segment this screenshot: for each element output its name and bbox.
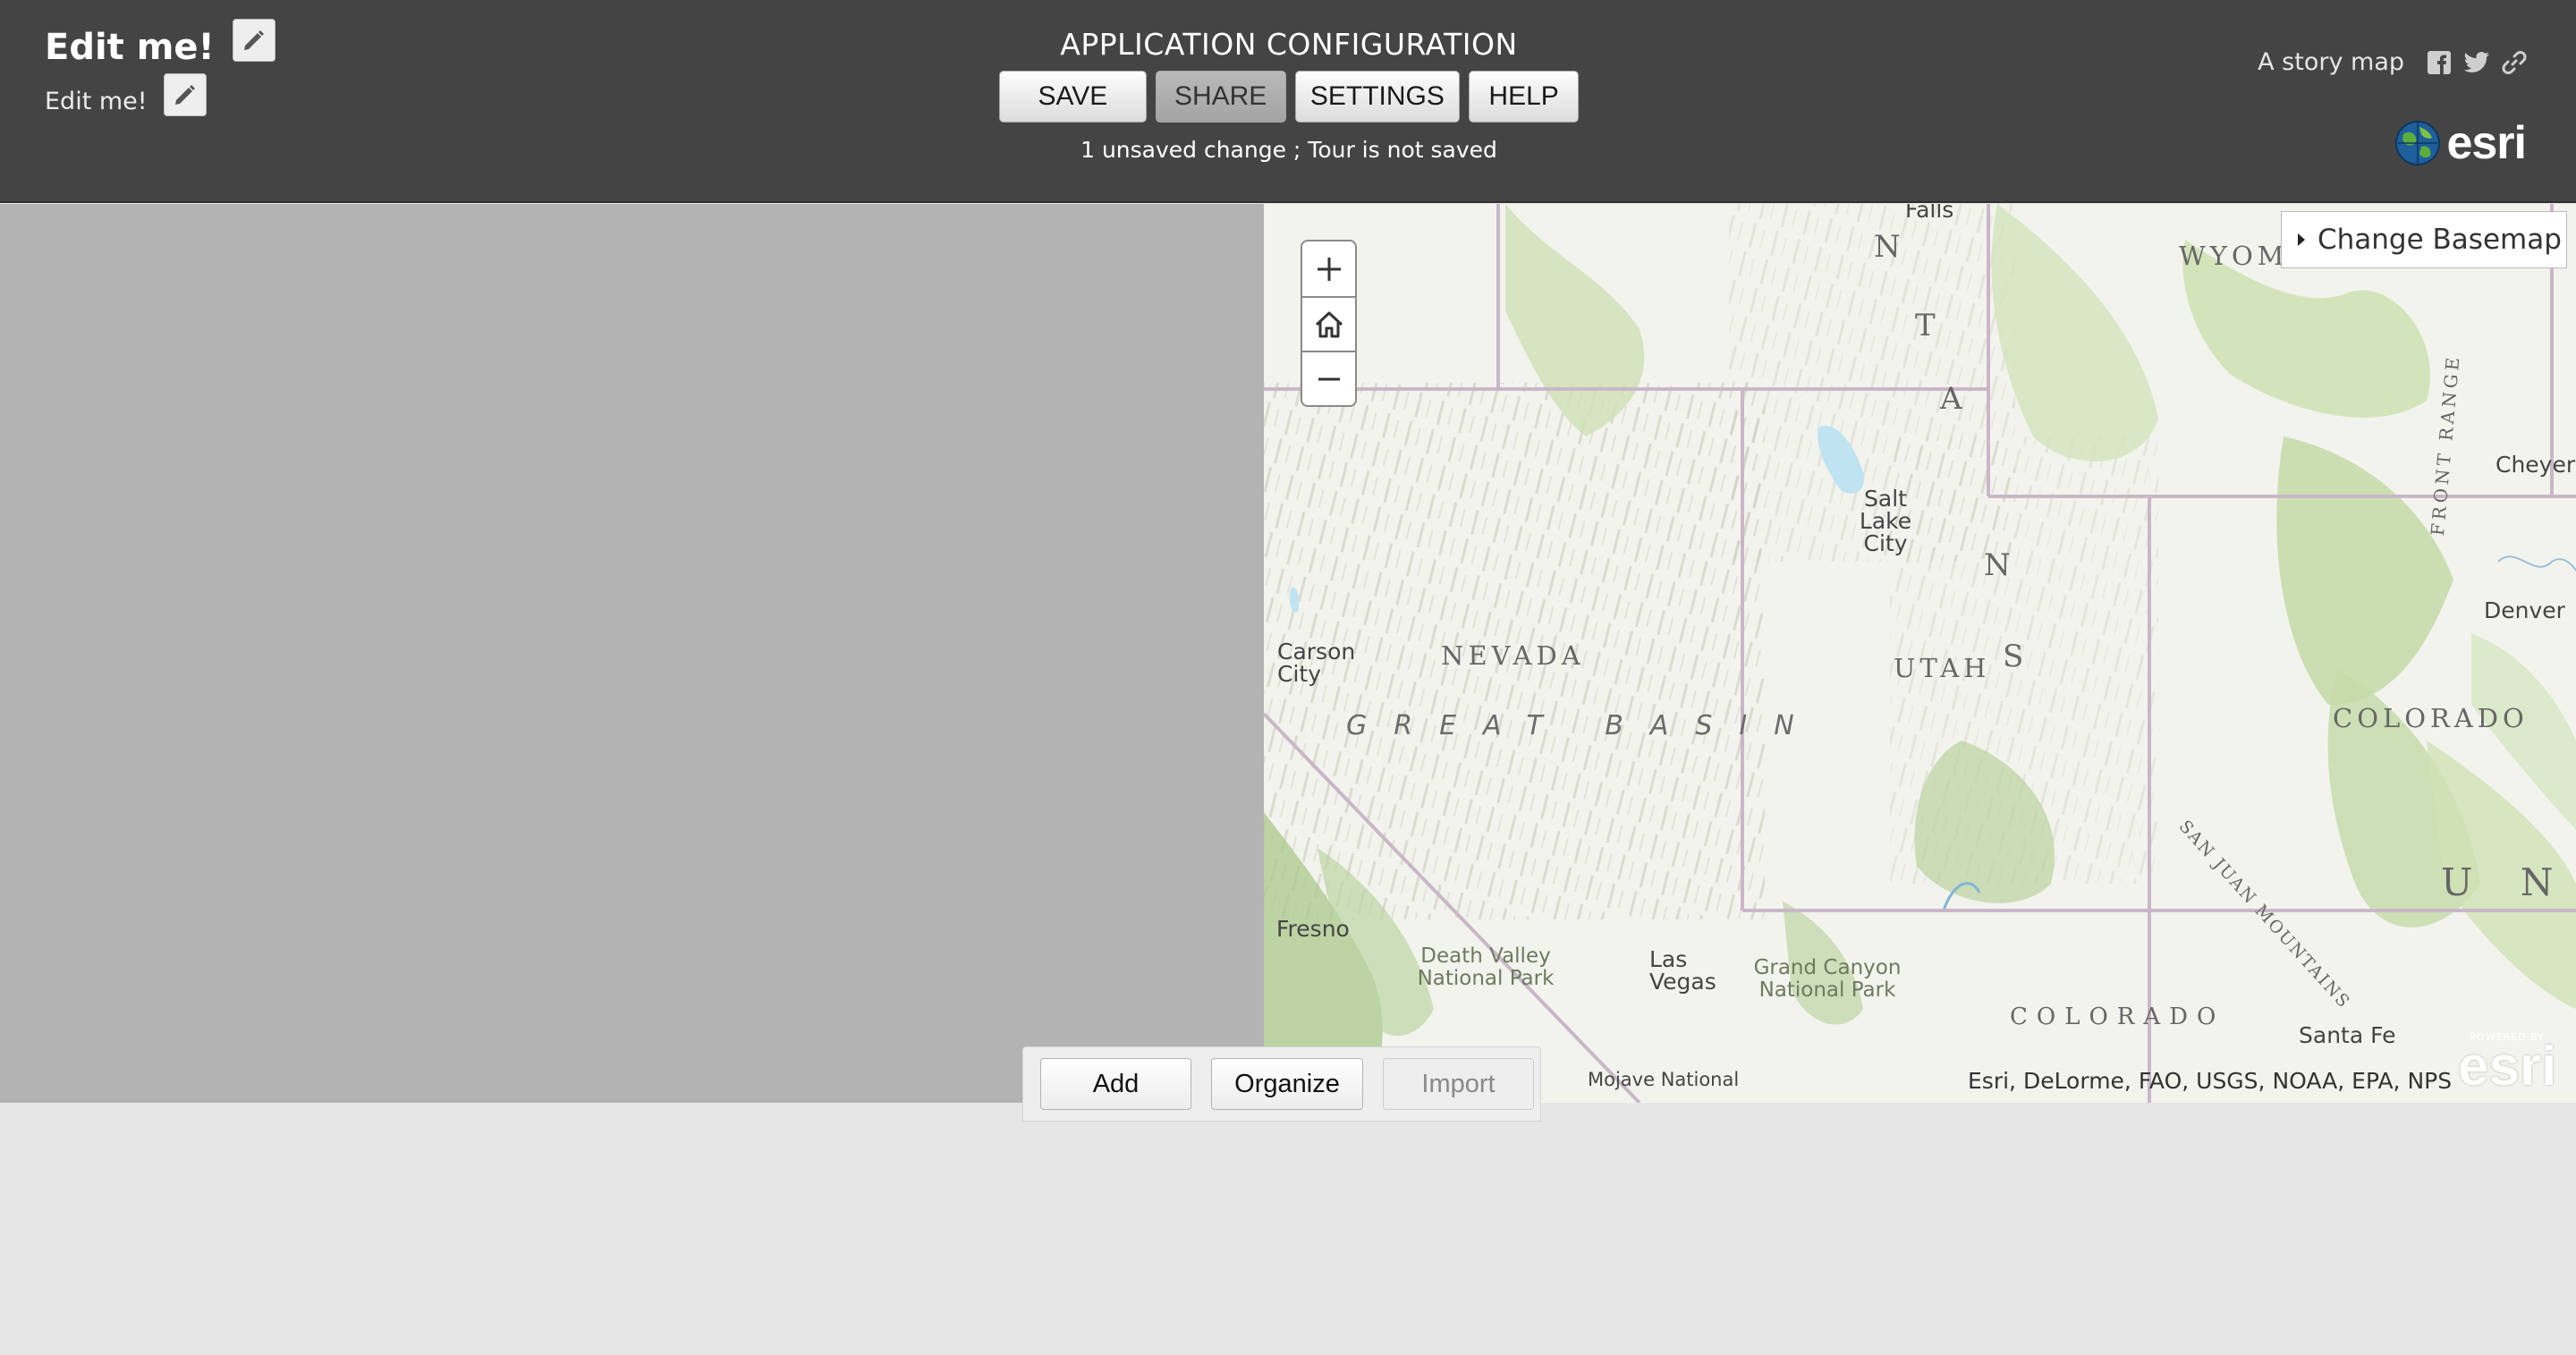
globe-icon: [2395, 121, 2441, 165]
basemap-label: Change Basemap: [2318, 224, 2562, 256]
map-label: Las Vegas: [1649, 946, 1716, 995]
page-title: Edit me!: [45, 27, 215, 68]
tour-toolbar: Add Organize Import: [1022, 1046, 1541, 1122]
organize-button[interactable]: Organize: [1211, 1058, 1363, 1110]
add-button[interactable]: Add: [1040, 1058, 1191, 1110]
bottom-area: [0, 1103, 2576, 1355]
home-button[interactable]: [1302, 296, 1355, 351]
facebook-icon[interactable]: [2426, 49, 2453, 76]
builder-panel: APPLICATION CONFIGURATION SAVE SHARE SET…: [999, 27, 1579, 163]
subtitle-row: Edit me!: [45, 73, 207, 116]
map-label: NEVADA: [1441, 640, 1585, 671]
home-icon: [1315, 311, 1343, 337]
link-icon[interactable]: [2501, 49, 2528, 76]
app-header: Edit me! Edit me! APPLICATION CONFIGURAT…: [0, 0, 2576, 203]
builder-title: APPLICATION CONFIGURATION: [1060, 27, 1518, 62]
map-label: N: [1874, 229, 1905, 265]
map-label: Death Valley National Park: [1417, 944, 1555, 990]
powered-esri-wordmark: esri: [2458, 1036, 2557, 1097]
caret-right-icon: [2298, 233, 2305, 246]
map-label: Grand Canyon National Park: [1753, 956, 1902, 1002]
page-subtitle: Edit me!: [45, 87, 148, 115]
title-row: Edit me!: [45, 19, 275, 68]
map-label: UTAH: [1894, 653, 1991, 683]
map-label: WYOM: [2179, 241, 2289, 271]
map-label: A: [1940, 381, 1967, 417]
powered-by-esri-logo[interactable]: POWERED BY esri: [2458, 1031, 2557, 1097]
pencil-icon: [243, 30, 264, 50]
map-label: Cheyer: [2496, 452, 2576, 478]
esri-wordmark: esri: [2446, 117, 2527, 169]
map-label: Denver: [2484, 597, 2565, 623]
map-view[interactable]: Falls WYOM Cheyer Salt Lake City Denver …: [1264, 204, 2576, 1103]
plus-icon: [1317, 257, 1341, 281]
minus-icon: [1318, 377, 1340, 380]
share-button[interactable]: SHARE: [1155, 71, 1286, 123]
zoom-controls: [1301, 240, 1357, 407]
map-attribution: Esri, DeLorme, FAO, USGS, NOAA, EPA, NPS: [1968, 1068, 2453, 1094]
esri-logo[interactable]: esri: [2394, 116, 2527, 170]
map-label: Salt Lake City: [1859, 486, 1912, 556]
map-label: COLORADO: [2333, 703, 2529, 733]
edit-title-button[interactable]: [232, 19, 275, 62]
tagline[interactable]: A story map: [2258, 48, 2404, 76]
zoom-out-button[interactable]: [1302, 351, 1355, 405]
social-links: A story map: [2258, 48, 2528, 76]
change-basemap-button[interactable]: Change Basemap: [2281, 211, 2567, 268]
settings-button[interactable]: SETTINGS: [1294, 71, 1461, 123]
pencil-icon: [174, 85, 195, 105]
map-label: Mojave National: [1588, 1069, 1740, 1090]
map-label: Santa Fe: [2299, 1022, 2396, 1048]
zoom-in-button[interactable]: [1302, 241, 1355, 296]
map-label: Fresno: [1276, 916, 1350, 942]
save-button[interactable]: SAVE: [999, 71, 1147, 123]
map-label: Carson City: [1277, 639, 1356, 687]
left-panel: [0, 204, 1264, 1103]
save-status: 1 unsaved change ; Tour is not saved: [1080, 137, 1497, 163]
map-label: N: [1984, 547, 2015, 583]
help-button[interactable]: HELP: [1469, 71, 1579, 123]
map-label: T: [1915, 308, 1940, 343]
builder-buttons: SAVE SHARE SETTINGS HELP: [999, 71, 1579, 123]
map-label: GREAT BASIN: [1346, 710, 1821, 741]
twitter-icon[interactable]: [2463, 49, 2490, 76]
map-label: COLORADO: [2010, 1004, 2225, 1030]
map-label: S: [2003, 639, 2029, 674]
import-button[interactable]: Import: [1383, 1058, 1534, 1110]
map-label: Falls: [1905, 204, 1954, 223]
map-label: U N: [2441, 860, 2572, 904]
edit-subtitle-button[interactable]: [163, 73, 207, 116]
